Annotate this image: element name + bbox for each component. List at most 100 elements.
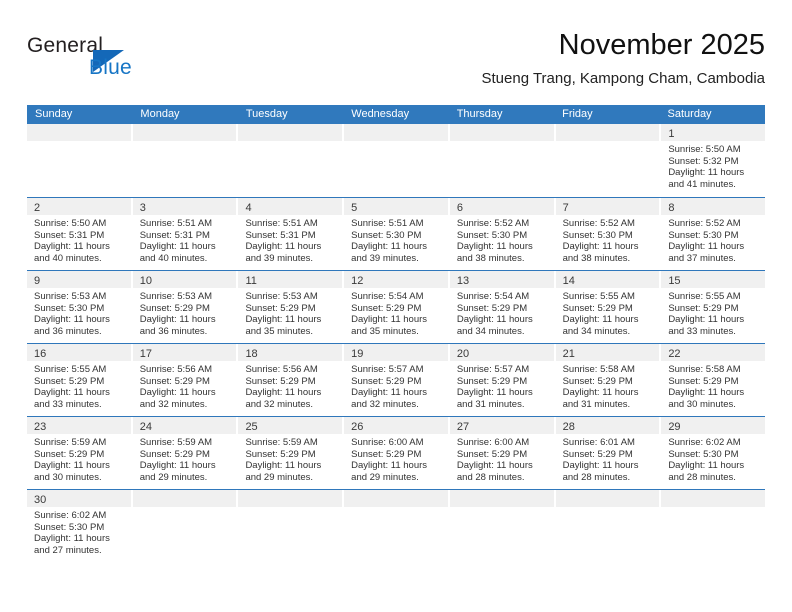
day-cell-30[interactable]: 30 Sunrise: 6:02 AM Sunset: 5:30 PM Dayligh…	[27, 490, 133, 562]
day-number-band: 13	[449, 271, 554, 288]
day-number-band: 25	[238, 417, 343, 434]
daylight-text: Daylight: 11 hours and 28 minutes.	[562, 460, 639, 483]
weekday-header-thursday: Thursday	[456, 108, 503, 120]
day-cell-empty	[555, 124, 662, 197]
sunrise-text: Sunrise: 5:50 AM	[34, 218, 107, 229]
day-number: 20	[456, 348, 470, 360]
sunrise-text: Sunrise: 5:51 AM	[351, 218, 424, 229]
day-cell-7[interactable]: 7 Sunrise: 5:52 AM Sunset: 5:30 PM Daylight…	[555, 198, 662, 270]
daylight-text: Daylight: 11 hours and 29 minutes.	[351, 460, 428, 483]
day-number-band: 19	[344, 344, 448, 361]
day-number: 23	[34, 421, 47, 433]
sunset-text: Sunset: 5:32 PM	[668, 155, 739, 167]
day-number: 16	[34, 348, 47, 360]
day-cell-22[interactable]: 22 Sunrise: 5:58 AM Sunset: 5:29 PM Dayligh…	[661, 344, 766, 416]
day-cell-14[interactable]: 14 Sunrise: 5:55 AM Sunset: 5:29 PM Dayligh…	[555, 271, 662, 343]
day-cell-19[interactable]: 19 Sunrise: 5:57 AM Sunset: 5:29 PM Dayligh…	[344, 344, 450, 416]
sunrise-text: Sunrise: 5:55 AM	[562, 291, 635, 302]
day-cell-1[interactable]: 1 Sunrise: 5:50 AM Sunset: 5:32 PM Daylight…	[661, 124, 766, 197]
day-cell-8[interactable]: 8 Sunrise: 5:52 AM Sunset: 5:30 PM Daylight…	[661, 198, 766, 270]
daylight-text: Daylight: 11 hours and 29 minutes.	[245, 460, 322, 483]
day-number-band: 30	[27, 490, 131, 507]
sunset-text: Sunset: 5:29 PM	[351, 302, 422, 314]
sunset-text: Sunset: 5:31 PM	[34, 229, 105, 241]
day-number: 8	[668, 202, 675, 214]
day-cell-16[interactable]: 16 Sunrise: 5:55 AM Sunset: 5:29 PM Dayligh…	[27, 344, 133, 416]
sunset-text: Sunset: 5:29 PM	[34, 375, 105, 387]
daylight-text: Daylight: 11 hours and 34 minutes.	[456, 314, 533, 337]
weekday-header-monday: Monday	[140, 108, 180, 120]
day-number-band	[449, 124, 554, 141]
day-cell-12[interactable]: 12 Sunrise: 5:54 AM Sunset: 5:29 PM Dayligh…	[344, 271, 450, 343]
day-number-band: 8	[661, 198, 766, 215]
sunrise-text: Sunrise: 5:59 AM	[34, 437, 107, 448]
day-cell-28[interactable]: 28 Sunrise: 6:01 AM Sunset: 5:29 PM Dayligh…	[555, 417, 662, 489]
sunset-text: Sunset: 5:29 PM	[456, 375, 528, 387]
day-number: 17	[139, 348, 152, 360]
daylight-text: Daylight: 11 hours and 30 minutes.	[34, 460, 110, 483]
sunrise-text: Sunrise: 5:54 AM	[351, 291, 424, 302]
day-cell-25[interactable]: 25 Sunrise: 5:59 AM Sunset: 5:29 PM Dayligh…	[238, 417, 345, 489]
day-cell-13[interactable]: 13 Sunrise: 5:54 AM Sunset: 5:29 PM Dayligh…	[449, 271, 556, 343]
day-cell-17[interactable]: 17 Sunrise: 5:56 AM Sunset: 5:29 PM Dayligh…	[132, 344, 239, 416]
day-cell-26[interactable]: 26 Sunrise: 6:00 AM Sunset: 5:29 PM Dayligh…	[344, 417, 450, 489]
day-cell-15[interactable]: 15 Sunrise: 5:55 AM Sunset: 5:29 PM Dayligh…	[661, 271, 766, 343]
day-cell-4[interactable]: 4 Sunrise: 5:51 AM Sunset: 5:31 PM Daylight…	[238, 198, 345, 270]
day-number-band: 17	[132, 344, 237, 361]
day-number-band: 6	[449, 198, 554, 215]
sunset-text: Sunset: 5:29 PM	[245, 448, 316, 460]
week-row: 30 Sunrise: 6:02 AM Sunset: 5:30 PM Dayligh…	[27, 489, 766, 562]
day-number: 2	[34, 202, 41, 214]
day-details: Sunrise: 5:51 AM Sunset: 5:31 PM Daylight:…	[238, 215, 342, 264]
daylight-text: Daylight: 11 hours and 32 minutes.	[139, 387, 216, 410]
day-details: Sunrise: 6:02 AM Sunset: 5:30 PM Daylight:…	[27, 507, 131, 556]
day-number-band: 12	[344, 271, 448, 288]
day-number: 30	[34, 494, 47, 506]
sunrise-text: Sunrise: 5:57 AM	[456, 364, 530, 375]
sunset-text: Sunset: 5:29 PM	[562, 302, 633, 314]
sunset-text: Sunset: 5:29 PM	[668, 302, 739, 314]
day-cell-24[interactable]: 24 Sunrise: 5:59 AM Sunset: 5:29 PM Dayligh…	[132, 417, 239, 489]
day-details: Sunrise: 5:53 AM Sunset: 5:30 PM Daylight:…	[27, 288, 131, 337]
day-cell-9[interactable]: 9 Sunrise: 5:53 AM Sunset: 5:30 PM Daylight…	[27, 271, 133, 343]
day-cell-18[interactable]: 18 Sunrise: 5:56 AM Sunset: 5:29 PM Dayligh…	[238, 344, 345, 416]
page-title: November 2025	[558, 29, 765, 61]
day-number: 13	[456, 275, 470, 287]
sunset-text: Sunset: 5:29 PM	[351, 448, 422, 460]
day-number: 6	[456, 202, 463, 214]
general-blue-logo[interactable]: General Blue	[27, 34, 217, 90]
day-number-band: 23	[27, 417, 131, 434]
day-cell-11[interactable]: 11 Sunrise: 5:53 AM Sunset: 5:29 PM Dayligh…	[238, 271, 345, 343]
daylight-text: Daylight: 11 hours and 38 minutes.	[456, 241, 533, 264]
day-cell-21[interactable]: 21 Sunrise: 5:58 AM Sunset: 5:29 PM Dayligh…	[555, 344, 662, 416]
sunset-text: Sunset: 5:30 PM	[668, 229, 739, 241]
day-cell-empty	[661, 490, 766, 562]
day-number-band: 18	[238, 344, 343, 361]
day-cell-10[interactable]: 10 Sunrise: 5:53 AM Sunset: 5:29 PM Dayligh…	[132, 271, 239, 343]
day-number-band: 11	[238, 271, 343, 288]
day-cell-empty	[238, 124, 345, 197]
day-number: 25	[245, 421, 258, 433]
day-number: 21	[562, 348, 575, 360]
day-number-band: 5	[344, 198, 448, 215]
day-details: Sunrise: 5:52 AM Sunset: 5:30 PM Daylight:…	[661, 215, 765, 264]
week-row: 23 Sunrise: 5:59 AM Sunset: 5:29 PM Dayligh…	[27, 416, 766, 489]
daylight-text: Daylight: 11 hours and 35 minutes.	[351, 314, 428, 337]
day-cell-empty	[27, 124, 133, 197]
calendar-grid: Sunday Monday Tuesday Wednesday Thursday Frid…	[27, 105, 766, 562]
day-cell-2[interactable]: 2 Sunrise: 5:50 AM Sunset: 5:31 PM Daylight…	[27, 198, 133, 270]
sunset-text: Sunset: 5:29 PM	[562, 375, 633, 387]
day-cell-23[interactable]: 23 Sunrise: 5:59 AM Sunset: 5:29 PM Dayligh…	[27, 417, 133, 489]
weekday-header-wednesday: Wednesday	[351, 108, 410, 120]
day-number: 14	[562, 275, 575, 287]
daylight-text: Daylight: 11 hours and 32 minutes.	[351, 387, 428, 410]
day-cell-6[interactable]: 6 Sunrise: 5:52 AM Sunset: 5:30 PM Daylight…	[449, 198, 556, 270]
day-details: Sunrise: 5:52 AM Sunset: 5:30 PM Daylight:…	[450, 215, 554, 264]
day-cell-5[interactable]: 5 Sunrise: 5:51 AM Sunset: 5:30 PM Daylight…	[344, 198, 450, 270]
day-cell-20[interactable]: 20 Sunrise: 5:57 AM Sunset: 5:29 PM Dayligh…	[449, 344, 556, 416]
day-cell-27[interactable]: 27 Sunrise: 6:00 AM Sunset: 5:29 PM Dayligh…	[449, 417, 556, 489]
day-cell-3[interactable]: 3 Sunrise: 5:51 AM Sunset: 5:31 PM Daylight…	[132, 198, 239, 270]
sunset-text: Sunset: 5:30 PM	[562, 229, 633, 241]
sunrise-text: Sunrise: 6:00 AM	[456, 437, 530, 448]
day-cell-29[interactable]: 29 Sunrise: 6:02 AM Sunset: 5:30 PM Dayligh…	[661, 417, 766, 489]
